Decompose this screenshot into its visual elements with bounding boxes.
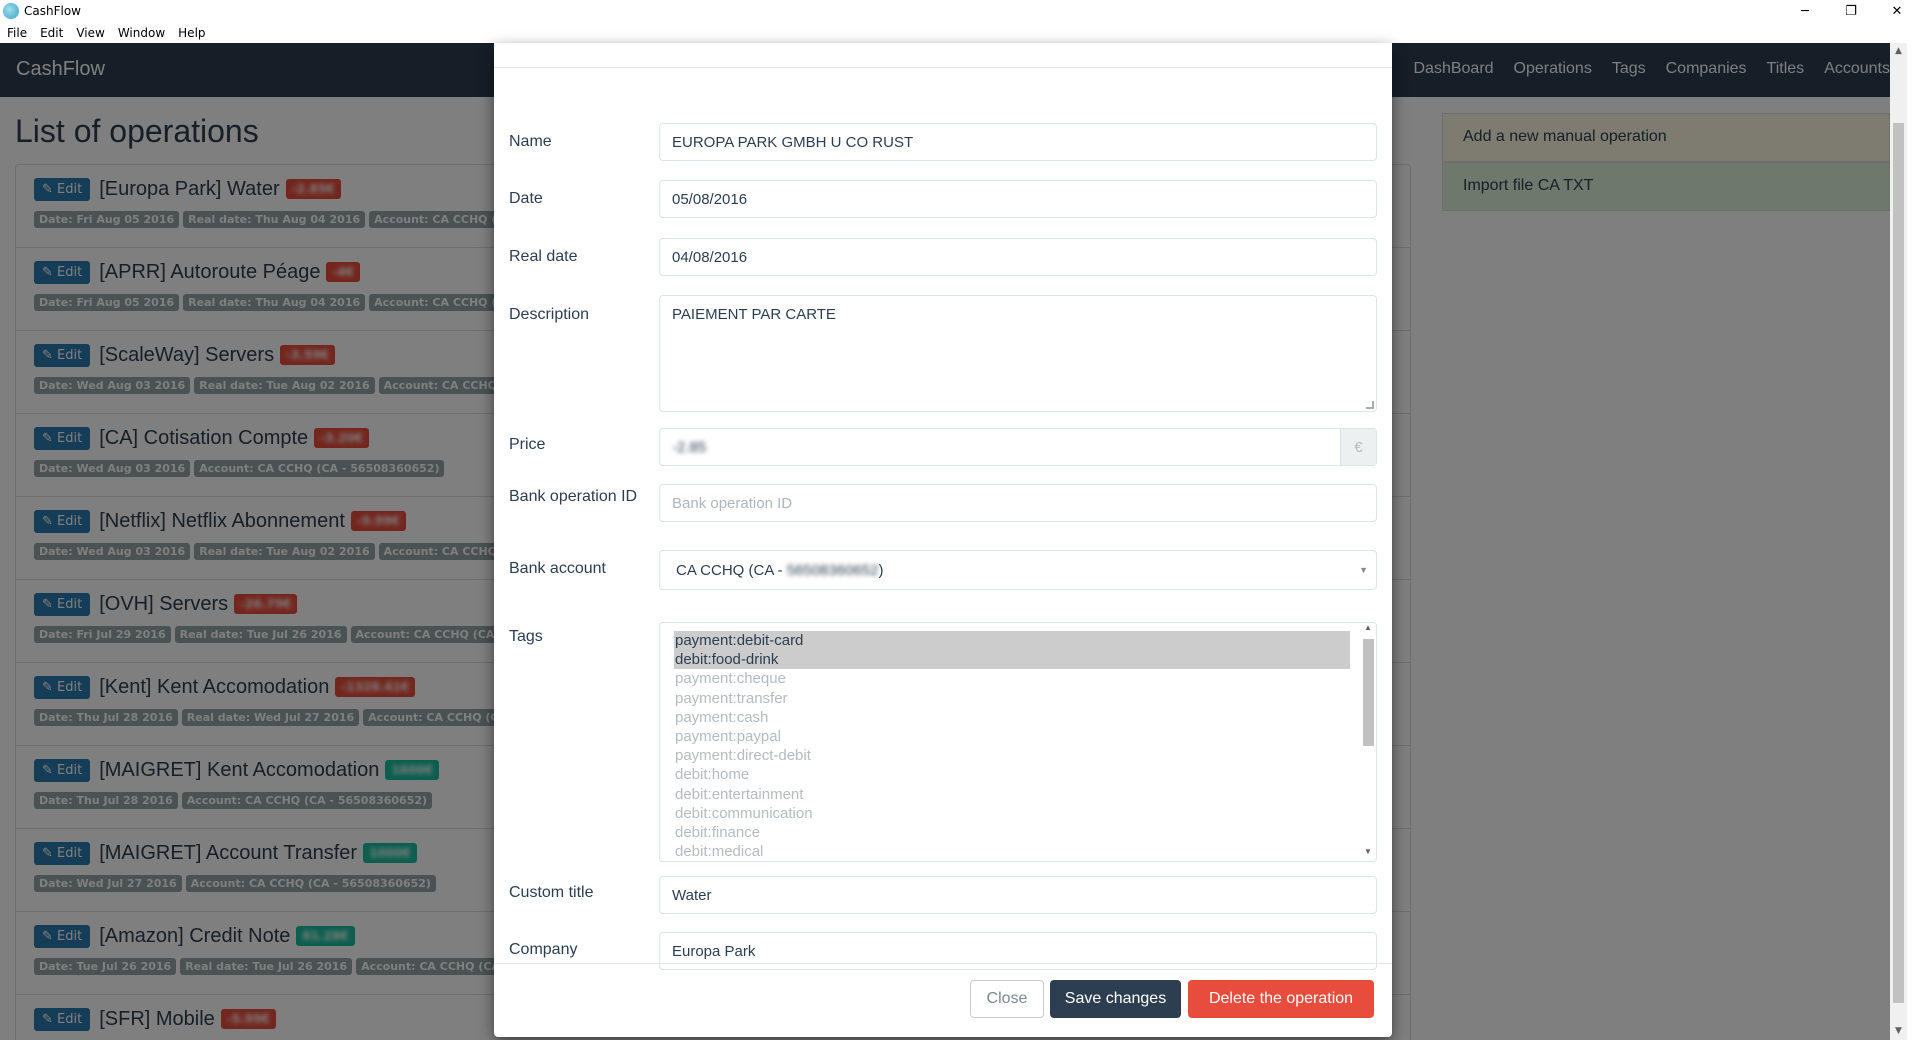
real-date-value: 04/08/2016 (672, 248, 748, 266)
description-textarea[interactable]: PAIEMENT PAR CARTE (659, 295, 1377, 412)
tag-option[interactable]: payment:paypal (674, 727, 1350, 746)
window-title: CashFlow (24, 4, 81, 18)
menu-bar: File Edit View Window Help (0, 22, 1920, 43)
custom-title-input[interactable]: Water (659, 876, 1377, 914)
window-scrollbar[interactable]: ▲ ▼ (1890, 43, 1907, 1040)
bank-op-input[interactable]: Bank operation ID (659, 484, 1377, 522)
tag-option[interactable]: payment:cheque (674, 669, 1350, 688)
custom-title-value: Water (672, 886, 712, 904)
bank-op-label: Bank operation ID (509, 488, 638, 505)
company-label: Company (509, 941, 578, 958)
price-input[interactable]: -2.85 € (659, 428, 1377, 466)
tag-option[interactable]: debit:home (674, 765, 1350, 784)
resize-handle-icon[interactable] (1366, 401, 1374, 409)
scrollbar-thumb[interactable] (1893, 123, 1904, 1003)
bank-account-value: CA CCHQ (CA - (676, 561, 783, 579)
real-date-input[interactable]: 04/08/2016 (659, 238, 1377, 276)
tag-option[interactable]: payment:cash (674, 708, 1350, 727)
window-edge (1907, 43, 1920, 1040)
real-date-label: Real date (509, 248, 578, 265)
name-value: EUROPA PARK GMBH U CO RUST (672, 133, 914, 151)
window-titlebar: CashFlow ─ ❐ ✕ (0, 0, 1920, 22)
scroll-up-icon[interactable]: ▲ (1890, 43, 1907, 60)
date-label: Date (509, 190, 543, 207)
name-label: Name (509, 133, 552, 150)
tags-label: Tags (509, 628, 543, 645)
tags-scrollbar-thumb[interactable] (1363, 639, 1374, 746)
date-input[interactable]: 05/08/2016 (659, 180, 1377, 218)
name-input[interactable]: EUROPA PARK GMBH U CO RUST (659, 123, 1377, 161)
menu-edit[interactable]: Edit (33, 26, 69, 40)
tags-scroll-down-icon[interactable]: ▼ (1360, 847, 1376, 861)
date-value: 05/08/2016 (672, 190, 748, 208)
tag-option[interactable]: payment:transfer (674, 689, 1350, 708)
menu-help[interactable]: Help (171, 26, 211, 40)
tag-option[interactable]: payment:direct-debit (674, 746, 1350, 765)
euro-addon: € (1340, 429, 1376, 465)
tag-option[interactable]: debit:entertainment (674, 785, 1350, 804)
custom-title-label: Custom title (509, 884, 594, 901)
tags-options: payment:debit-card debit:food-drink paymen… (674, 631, 1362, 861)
tag-option[interactable]: debit:finance (674, 823, 1350, 842)
app-icon (3, 3, 19, 19)
menu-window[interactable]: Window (111, 26, 171, 40)
tag-option[interactable]: debit:medical (674, 842, 1350, 861)
bank-account-suffix: ) (878, 561, 884, 579)
close-button[interactable]: Close (970, 980, 1044, 1018)
window-controls: ─ ❐ ✕ (1782, 0, 1920, 22)
tag-option[interactable]: debit:food-drink (674, 650, 1350, 670)
dropdown-arrow-icon: ▼ (1359, 565, 1368, 575)
bank-account-number: 56508360652 (786, 561, 879, 579)
company-value: Europa Park (672, 942, 756, 960)
tags-scrollbar[interactable]: ▲ ▼ (1360, 623, 1376, 861)
save-changes-button[interactable]: Save changes (1050, 980, 1181, 1018)
modal-footer: Close Save changes Delete the operation (494, 963, 1392, 1037)
minimize-icon[interactable]: ─ (1782, 0, 1828, 22)
tags-multiselect[interactable]: payment:debit-card debit:food-drink paymen… (659, 622, 1377, 862)
bank-op-placeholder: Bank operation ID (672, 494, 793, 512)
restore-icon[interactable]: ❐ (1828, 0, 1874, 22)
description-label: Description (509, 306, 590, 323)
price-label: Price (509, 436, 546, 453)
delete-operation-button[interactable]: Delete the operation (1188, 980, 1374, 1018)
scroll-down-icon[interactable]: ▼ (1890, 1023, 1907, 1040)
tag-option[interactable]: payment:debit-card (674, 631, 1350, 651)
modal-header (494, 43, 1392, 68)
bank-account-select[interactable]: CA CCHQ (CA - 56508360652 ) ▼ (659, 550, 1377, 590)
close-window-icon[interactable]: ✕ (1874, 0, 1920, 22)
description-value: PAIEMENT PAR CARTE (672, 306, 836, 323)
edit-operation-modal: Name EUROPA PARK GMBH U CO RUST Date 05/… (494, 43, 1392, 1037)
menu-file[interactable]: File (0, 26, 33, 40)
price-value: -2.85 (672, 438, 707, 456)
menu-view[interactable]: View (69, 26, 110, 40)
bank-account-label: Bank account (509, 560, 606, 577)
tags-scroll-up-icon[interactable]: ▲ (1360, 623, 1376, 637)
tag-option[interactable]: debit:communication (674, 804, 1350, 823)
